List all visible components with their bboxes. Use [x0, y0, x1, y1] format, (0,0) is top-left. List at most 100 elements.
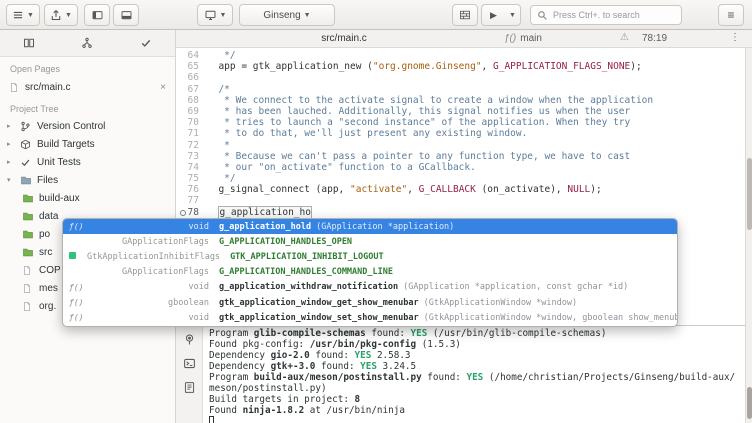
panel-left-icon: [91, 9, 104, 21]
hamburger-icon: ≡: [727, 9, 734, 21]
search-input[interactable]: [553, 10, 673, 20]
panel-tab-strip: [176, 326, 203, 423]
output-segment: Dependency: [209, 361, 271, 372]
code-segment: */: [207, 50, 236, 61]
chevron-down-icon: ▼: [220, 12, 227, 19]
function-context[interactable]: ƒ() main: [504, 33, 542, 44]
tree-item-version-control[interactable]: ▸Version Control: [0, 117, 175, 135]
completion-return-type: GtkApplicationInhibitFlags: [87, 252, 230, 262]
file-item-label: po: [39, 229, 50, 240]
toggle-left-panel-button[interactable]: [84, 4, 110, 26]
completion-name: GTK_APPLICATION_INHIBIT_LOGOUT: [230, 252, 384, 262]
code-segment: /*: [207, 84, 230, 95]
build-button[interactable]: [452, 4, 478, 26]
completion-kind-icon: ƒ(): [69, 222, 87, 231]
file-item-label: mes: [39, 283, 58, 294]
tree-item-unit-tests[interactable]: ▸Unit Tests: [0, 153, 175, 171]
line-number: 77: [176, 195, 207, 206]
output-segment: YES: [360, 361, 377, 372]
tree-item-label: Version Control: [37, 121, 105, 132]
open-page-name: src/main.c: [25, 82, 71, 93]
line-number: 66: [176, 72, 207, 83]
search-field[interactable]: [530, 5, 682, 25]
output-segment: Build targets in project:: [209, 394, 355, 405]
code-line: 70 * tries to launch a "second instance"…: [176, 117, 745, 128]
output-segment: Found: [209, 405, 243, 416]
toggle-bottom-panel-button[interactable]: [113, 4, 139, 26]
output-line: Found ninja-1.8.2 at /usr/bin/ninja: [209, 405, 739, 416]
menu-button[interactable]: ≡: [718, 4, 744, 26]
completion-item[interactable]: GApplicationFlagsG_APPLICATION_HANDLES_O…: [63, 234, 677, 249]
document-icon: [9, 82, 19, 93]
play-icon: ▶: [490, 10, 497, 21]
check-icon: [140, 37, 152, 49]
panel-tab-pin[interactable]: [183, 333, 196, 346]
code-text: /*: [207, 84, 230, 95]
file-item-label: data: [39, 211, 58, 222]
code-text: */: [207, 50, 236, 61]
run-button[interactable]: ▶: [481, 4, 506, 26]
code-line: 74 * our "on_activate" function to a GCa…: [176, 162, 745, 173]
code-segment: g_application_ho: [218, 206, 312, 219]
cube-icon: [20, 139, 32, 150]
code-segment: (on_activate),: [476, 184, 568, 195]
completion-name: g_application_hold: [219, 222, 311, 232]
pages-menu-button[interactable]: ▼: [6, 4, 40, 26]
list-icon: [12, 9, 24, 21]
file-item-label: build-aux: [39, 193, 80, 204]
open-document-button[interactable]: ▼: [44, 4, 78, 26]
panel-tab-build-log[interactable]: [183, 381, 196, 394]
code-segment: * tries to launch a "second instance" of…: [207, 117, 630, 128]
project-omnibar-button[interactable]: Ginseng ▼: [239, 4, 335, 26]
code-text: * has been lauched. Additionally, this s…: [207, 106, 630, 117]
output-segment: Dependency: [209, 350, 271, 361]
code-line: 76 g_signal_connect (app, "activate", G_…: [176, 184, 745, 195]
output-segment: found:: [422, 372, 467, 383]
output-segment: YES: [466, 372, 483, 383]
completion-item[interactable]: ƒ()gbooleangtk_application_window_get_sh…: [63, 295, 677, 310]
line-number: 75: [176, 173, 207, 184]
file-item-build-aux[interactable]: build-aux: [0, 189, 175, 207]
tab-tests[interactable]: [117, 30, 175, 56]
code-segment: );: [630, 61, 641, 72]
code-segment: app = gtk_application_new (: [207, 61, 373, 72]
code-segment: NULL: [567, 184, 590, 195]
run-options-button[interactable]: ▼: [505, 4, 521, 26]
completion-item[interactable]: ƒ()voidg_application_hold(GApplication *…: [63, 219, 677, 234]
panel-scrollbar-thumb[interactable]: [747, 387, 752, 419]
code-segment: */: [207, 173, 236, 184]
tab-build-pipeline[interactable]: [58, 30, 116, 56]
doc-icon: [22, 283, 34, 294]
close-icon[interactable]: ×: [160, 82, 166, 93]
line-number: 73: [176, 151, 207, 162]
completion-item[interactable]: ƒ()voidgtk_application_window_set_show_m…: [63, 310, 677, 325]
device-selector-button[interactable]: ▼: [197, 4, 233, 26]
panel-tab-terminal[interactable]: [183, 357, 196, 370]
scrollbar-thumb[interactable]: [747, 158, 752, 230]
tree-item-label: Unit Tests: [37, 157, 81, 168]
terminal-cursor: [209, 416, 214, 423]
file-item-label: org.: [39, 301, 56, 312]
kebab-menu-icon[interactable]: ⋮: [730, 32, 740, 43]
completion-item[interactable]: GtkApplicationInhibitFlagsGTK_APPLICATIO…: [63, 249, 677, 264]
project-name: Ginseng: [263, 10, 300, 21]
tree-item-build-targets[interactable]: ▸Build Targets: [0, 135, 175, 153]
build-output[interactable]: Program glib-compile-schemas found: YES …: [203, 326, 745, 423]
completion-item[interactable]: GApplicationFlagsG_APPLICATION_HANDLES_C…: [63, 265, 677, 280]
code-text: * tries to launch a "second instance" of…: [207, 117, 630, 128]
open-page-item[interactable]: src/main.c ×: [0, 77, 175, 97]
enum-icon: [69, 252, 76, 259]
line-number: 78: [176, 207, 207, 218]
completion-params: (GtkApplicationWindow *window): [419, 298, 578, 308]
code-text: g_application_ho: [207, 207, 312, 218]
line-number: 65: [176, 61, 207, 72]
output-segment: 2.58.3: [371, 350, 410, 361]
completion-item[interactable]: ƒ()voidg_application_withdraw_notificati…: [63, 280, 677, 295]
line-number: 69: [176, 106, 207, 117]
tree-item-files[interactable]: ▾Files: [0, 171, 175, 189]
tab-project-tree[interactable]: [0, 30, 58, 56]
completion-kind-icon: ƒ(): [69, 313, 87, 322]
scrollbar[interactable]: [745, 48, 752, 423]
code-text: *: [207, 140, 230, 151]
folder-icon: [20, 175, 32, 186]
